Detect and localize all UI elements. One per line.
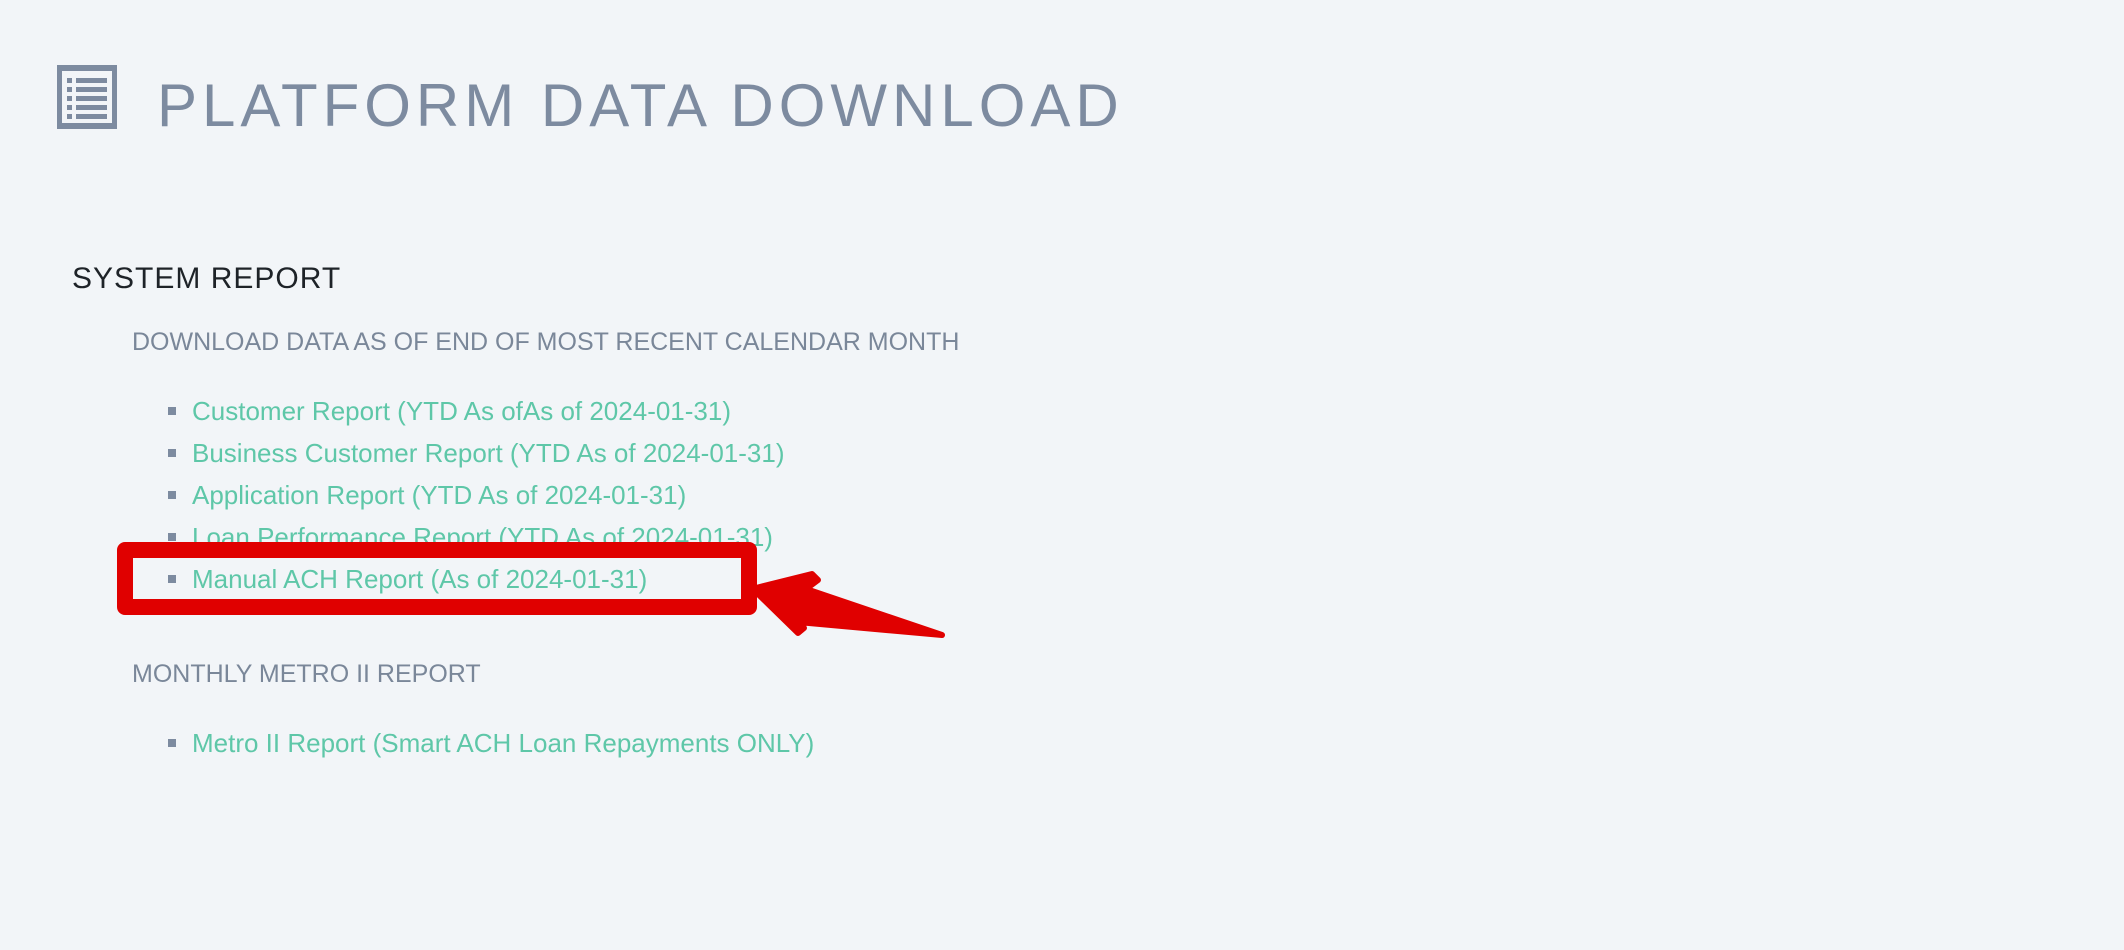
bullet-icon [168, 491, 176, 499]
report-list-monthly-data: Customer Report (YTD As ofAs of 2024-01-… [168, 390, 784, 600]
list-item: Customer Report (YTD As ofAs of 2024-01-… [168, 390, 784, 432]
group-title-metro-ii: MONTHLY METRO II REPORT [132, 660, 481, 688]
page-header: PLATFORM DATA DOWNLOAD [57, 65, 1119, 139]
bullet-icon [168, 449, 176, 457]
list-item: Business Customer Report (YTD As of 2024… [168, 432, 784, 474]
loan-performance-report-link[interactable]: Loan Performance Report (YTD As of 2024-… [192, 522, 773, 553]
metro-ii-report-link[interactable]: Metro II Report (Smart ACH Loan Repaymen… [192, 728, 814, 759]
page: PLATFORM DATA DOWNLOAD SYSTEM REPORT DOW… [0, 0, 2124, 950]
bullet-icon [168, 533, 176, 541]
bullet-icon [168, 739, 176, 747]
list-item: Metro II Report (Smart ACH Loan Repaymen… [168, 722, 814, 764]
application-report-link[interactable]: Application Report (YTD As of 2024-01-31… [192, 480, 686, 511]
list-item: Manual ACH Report (As of 2024-01-31) [168, 558, 784, 600]
business-customer-report-link[interactable]: Business Customer Report (YTD As of 2024… [192, 438, 784, 469]
group-title-monthly-data: DOWNLOAD DATA AS OF END OF MOST RECENT C… [132, 328, 960, 356]
report-list-metro-ii: Metro II Report (Smart ACH Loan Repaymen… [168, 722, 814, 764]
list-item: Loan Performance Report (YTD As of 2024-… [168, 516, 784, 558]
customer-report-link[interactable]: Customer Report (YTD As ofAs of 2024-01-… [192, 396, 731, 427]
section-title: SYSTEM REPORT [72, 262, 342, 295]
bullet-icon [168, 407, 176, 415]
list-item: Application Report (YTD As of 2024-01-31… [168, 474, 784, 516]
manual-ach-report-link[interactable]: Manual ACH Report (As of 2024-01-31) [192, 564, 647, 595]
list-icon [57, 65, 117, 129]
bullet-icon [168, 575, 176, 583]
page-title: PLATFORM DATA DOWNLOAD [157, 72, 1124, 139]
